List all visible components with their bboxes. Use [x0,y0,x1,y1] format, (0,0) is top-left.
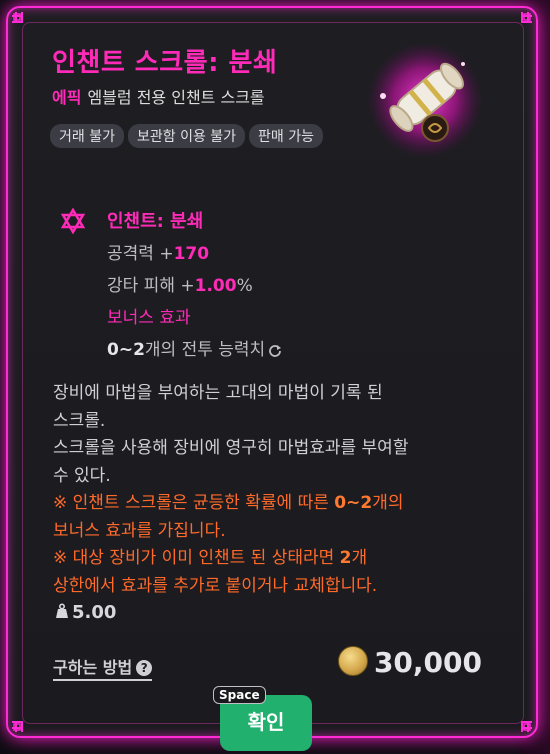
stat-label: 강타 피해 + [107,276,195,296]
corner-ornament-icon [506,706,536,736]
warning-line: 보너스 효과를 가집니다. [53,520,226,541]
warning-number: 2 [339,548,352,568]
desc-line: 스크롤을 사용해 장비에 영구히 마법효과를 부여할 [53,438,409,458]
item-weight: 5.00 [55,602,116,624]
tag-sellable: 판매 가능 [249,124,324,148]
item-description: 장비에 마법을 부여하는 고대의 마법이 기록 된 스크롤. 스크롤을 사용해 … [53,380,493,600]
corner-ornament-icon [8,706,38,736]
item-price: 30,000 [337,646,482,679]
hexagram-icon [60,207,86,238]
item-tags: 거래 불가 보관함 이용 불가 판매 가능 [50,124,350,154]
corner-ornament-icon [506,8,536,38]
warning-number: 0~2 [334,493,373,513]
bonus-count: 0~2 [107,340,145,360]
corner-ornament-icon [8,8,38,38]
item-subtitle: 에픽 엠블럼 전용 인챈트 스크롤 [52,84,265,108]
howto-label: 구하는 방법 [53,658,133,677]
coin-icon [337,646,368,676]
stat-label: 공격력 + [107,244,174,264]
item-type: 엠블럼 전용 인챈트 스크롤 [87,88,265,107]
warning-line: ※ 대상 장비가 이미 인챈트 된 상태라면 2개 [53,545,493,573]
warning-text: ※ 대상 장비가 이미 인챈트 된 상태라면 [53,548,340,568]
bonus-text: 개의 전투 능력치 [144,340,266,360]
tag-storage: 보관함 이용 불가 [127,124,246,148]
warning-line: ※ 인챈트 스크롤은 균등한 확률에 따른 0~2개의 [53,490,493,518]
scroll-item-icon [365,40,485,160]
stat-value: 1.00 [194,276,237,296]
bonus-stat: 0~2개의 전투 능력치 [107,334,282,368]
warning-line: 상한에서 효과를 추가로 붙이거나 교체합니다. [53,575,378,596]
warning-text: ※ 인챈트 스크롤은 균등한 확률에 따른 [53,493,335,513]
enchant-name: 인챈트: 분쇄 [107,211,204,232]
help-icon: ? [136,660,153,676]
desc-line: 수 있다. [53,465,111,486]
tag-tradeable: 거래 불가 [50,124,124,148]
enchant-stat-attack: 공격력 +170 [107,238,282,270]
enchant-block: 인챈트: 분쇄 공격력 +170 강타 피해 +1.00% 보너스 효과 0~2… [107,206,282,368]
weight-value: 5.00 [72,602,117,623]
desc-line: 스크롤. [53,410,106,431]
warning-text: 개 [351,548,368,568]
space-key-hint: Space [213,686,266,704]
desc-line: 장비에 마법을 부여하는 고대의 마법이 기록 된 [53,383,383,403]
stat-value: 170 [173,244,210,264]
warning-text: 개의 [372,493,404,513]
price-value: 30,000 [373,646,482,679]
item-grade: 에픽 [52,88,82,107]
stat-unit: % [236,276,253,296]
bonus-title: 보너스 효과 [107,308,191,328]
item-title: 인챈트 스크롤: 분쇄 [52,48,278,78]
refresh-icon [268,336,282,368]
enchant-stat-smash: 강타 피해 +1.00% [107,270,282,302]
weight-icon [55,603,69,624]
howto-link[interactable]: 구하는 방법? [53,654,153,681]
